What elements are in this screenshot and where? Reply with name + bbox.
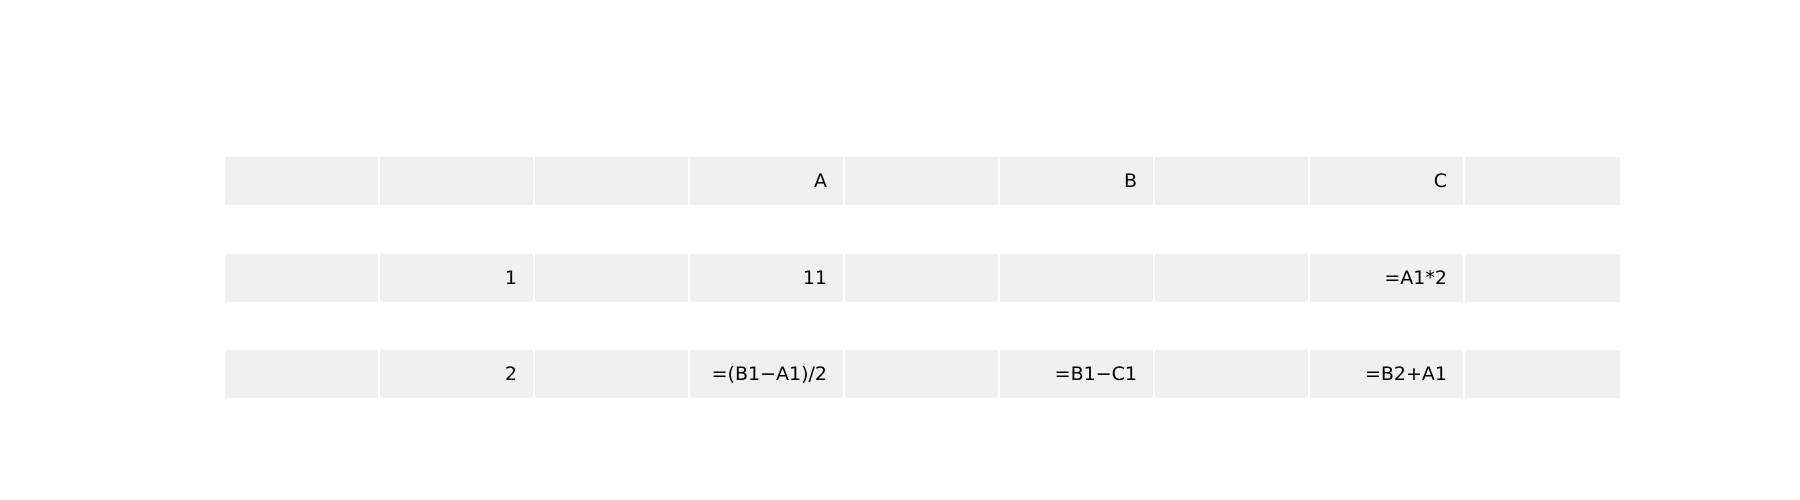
table-cell [1155,254,1310,302]
table-row: 2 =(B1−A1)/2 =B1−C1 =B2+A1 [225,350,1621,398]
table-cell [1155,350,1310,398]
header-cell [845,157,1000,205]
header-cell [1465,157,1620,205]
header-cell [225,157,380,205]
header-cell-c: C [1310,157,1465,205]
table-cell [1465,350,1620,398]
cell-a1[interactable]: 11 [690,254,845,302]
table-cell [225,350,380,398]
table-cell [845,350,1000,398]
table-cell [225,254,380,302]
table-cell [845,254,1000,302]
column-header-row: A B C [225,157,1621,205]
table-row: 1 11 =A1*2 [225,254,1621,302]
header-cell-b: B [1000,157,1155,205]
header-cell-a: A [690,157,845,205]
table-cell [535,254,690,302]
header-cell [535,157,690,205]
cell-c1[interactable]: =A1*2 [1310,254,1465,302]
header-cell [1155,157,1310,205]
table-cell [1465,254,1620,302]
header-cell [380,157,535,205]
row-number-2: 2 [380,350,535,398]
table-cell [535,350,690,398]
cell-b1[interactable] [1000,254,1155,302]
cell-a2[interactable]: =(B1−A1)/2 [690,350,845,398]
row-number-1: 1 [380,254,535,302]
cell-c2[interactable]: =B2+A1 [1310,350,1465,398]
cell-b2[interactable]: =B1−C1 [1000,350,1155,398]
spreadsheet-table: A B C 1 11 =A1*2 2 =(B1−A1)/2 =B1−C1 =B2… [0,0,1800,500]
